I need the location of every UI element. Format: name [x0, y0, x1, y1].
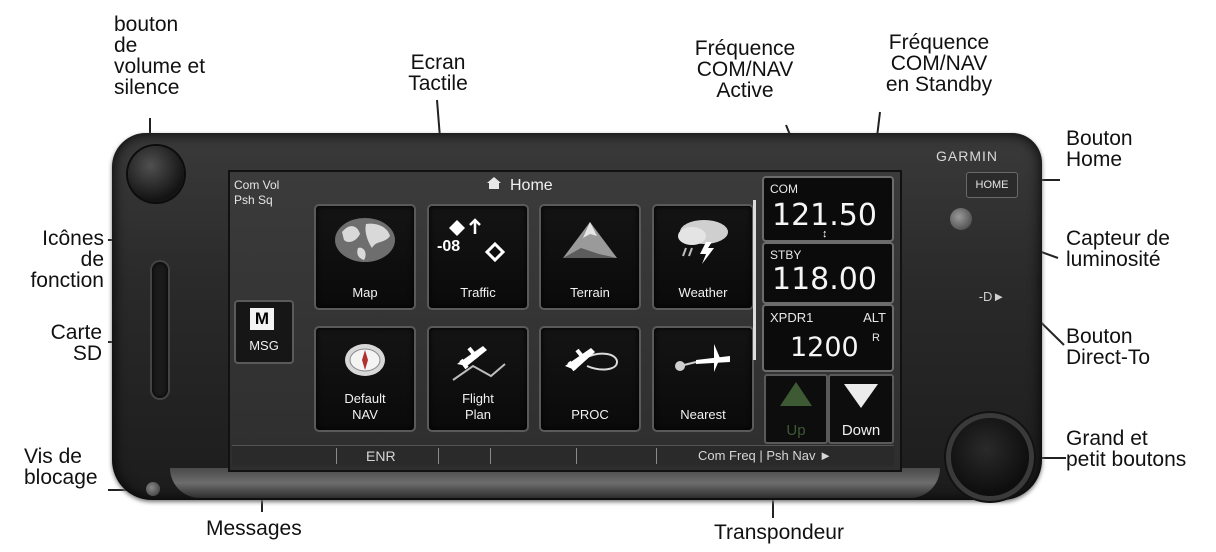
arrow-up-icon	[780, 382, 812, 406]
tile-terrain[interactable]: Terrain	[539, 204, 641, 310]
callout-home: Bouton Home	[1066, 127, 1133, 171]
flight-plan-icon	[452, 346, 506, 381]
tile-flight-plan[interactable]: Flight Plan	[427, 326, 529, 432]
tile-label: Flight Plan	[462, 391, 494, 422]
xpdr-label: XPDR1	[770, 310, 814, 325]
weather-icon	[678, 220, 728, 264]
callout-capteur: Capteur de luminosité	[1066, 227, 1170, 271]
xpdr-reply-indicator: R	[872, 332, 880, 344]
softkey-separator	[438, 448, 439, 464]
tile-weather[interactable]: Weather	[652, 204, 754, 310]
screen-divider	[753, 200, 756, 360]
callout-messages: Messages	[206, 517, 302, 540]
tile-traffic[interactable]: -08 Traffic	[427, 204, 529, 310]
tile-label: Nearest	[680, 407, 726, 422]
sd-card-slot[interactable]	[152, 262, 168, 398]
com-label: COM	[770, 182, 798, 196]
nearest-icon	[675, 344, 730, 372]
tile-label: Traffic	[460, 285, 496, 300]
com-standby-frequency: 118.00	[772, 262, 877, 297]
xpdr-up-button[interactable]: Up	[764, 374, 828, 444]
softkey-bar: ENR Com Freq | Psh Nav ►	[232, 445, 894, 466]
softkey-separator	[576, 448, 577, 464]
callout-freq-standby: Fréquence COM/NAV en Standby	[885, 31, 993, 96]
up-label: Up	[786, 422, 806, 439]
home-hardware-button[interactable]: HOME	[966, 172, 1018, 198]
xpdr-down-button[interactable]: Down	[828, 374, 894, 444]
locking-screw	[146, 482, 160, 496]
msg-label: MSG	[249, 338, 279, 353]
softkey-com-freq[interactable]: Com Freq | Psh Nav ►	[698, 448, 832, 463]
com-active-box[interactable]: COM 121.50 ↕	[762, 176, 894, 242]
procedure-icon	[565, 348, 619, 372]
softkey-separator	[656, 448, 657, 464]
callout-transpondeur: Transpondeur	[714, 521, 844, 544]
compass-icon	[345, 344, 385, 376]
msg-button[interactable]: M MSG	[234, 300, 294, 364]
down-label: Down	[841, 422, 881, 439]
tile-label: Default NAV	[344, 391, 386, 422]
callout-direct-to: Bouton Direct-To	[1066, 325, 1151, 369]
volume-knob[interactable]	[128, 146, 184, 202]
page-title-text: Home	[510, 177, 553, 194]
xpdr-box[interactable]: XPDR1 ALT 1200 R	[762, 304, 894, 372]
com-vol-label: Com Vol Psh Sq	[234, 178, 280, 207]
brand-logo: GARMIN	[936, 148, 998, 164]
com-standby-box[interactable]: STBY 118.00	[762, 242, 894, 304]
page-title: Home	[486, 176, 553, 195]
callout-carte-sd: Carte SD	[50, 321, 102, 365]
xpdr-code: 1200	[790, 332, 859, 363]
globe-icon	[335, 218, 395, 262]
callout-grand-petit: Grand et petit boutons	[1066, 427, 1187, 471]
tile-map[interactable]: Map	[314, 204, 416, 310]
traffic-altitude-value: -08	[437, 238, 461, 255]
home-icon	[486, 176, 502, 195]
direct-to-button[interactable]: -D►	[970, 286, 1014, 308]
swap-arrow-icon[interactable]: ↕	[822, 228, 828, 240]
arrow-down-icon	[844, 384, 878, 408]
xpdr-mode: ALT	[863, 310, 886, 325]
softkey-separator	[490, 448, 491, 464]
tile-label: Terrain	[570, 285, 610, 300]
unit-bottom-bezel	[170, 468, 940, 498]
callout-freq-active: Fréquence COM/NAV Active	[694, 37, 796, 102]
tile-label: Map	[352, 285, 378, 300]
large-small-knob[interactable]	[951, 418, 1029, 496]
callout-ecran: Ecran Tactile	[408, 51, 468, 95]
callout-volume: bouton de volume et silence	[114, 13, 206, 99]
tile-proc[interactable]: PROC	[539, 326, 641, 432]
softkey-separator	[336, 448, 337, 464]
tile-label: PROC	[571, 407, 609, 422]
message-icon: M	[250, 308, 274, 330]
terrain-icon	[563, 222, 617, 258]
callout-vis: Vis de blocage	[24, 445, 98, 489]
light-sensor	[950, 208, 972, 230]
tile-nearest[interactable]: Nearest	[652, 326, 754, 432]
stby-label: STBY	[770, 248, 802, 262]
softkey-enr[interactable]: ENR	[366, 448, 396, 464]
tile-label: Weather	[678, 285, 728, 300]
callout-icones: Icônes de fonction	[30, 227, 104, 292]
tile-default-nav[interactable]: Default NAV	[314, 326, 416, 432]
